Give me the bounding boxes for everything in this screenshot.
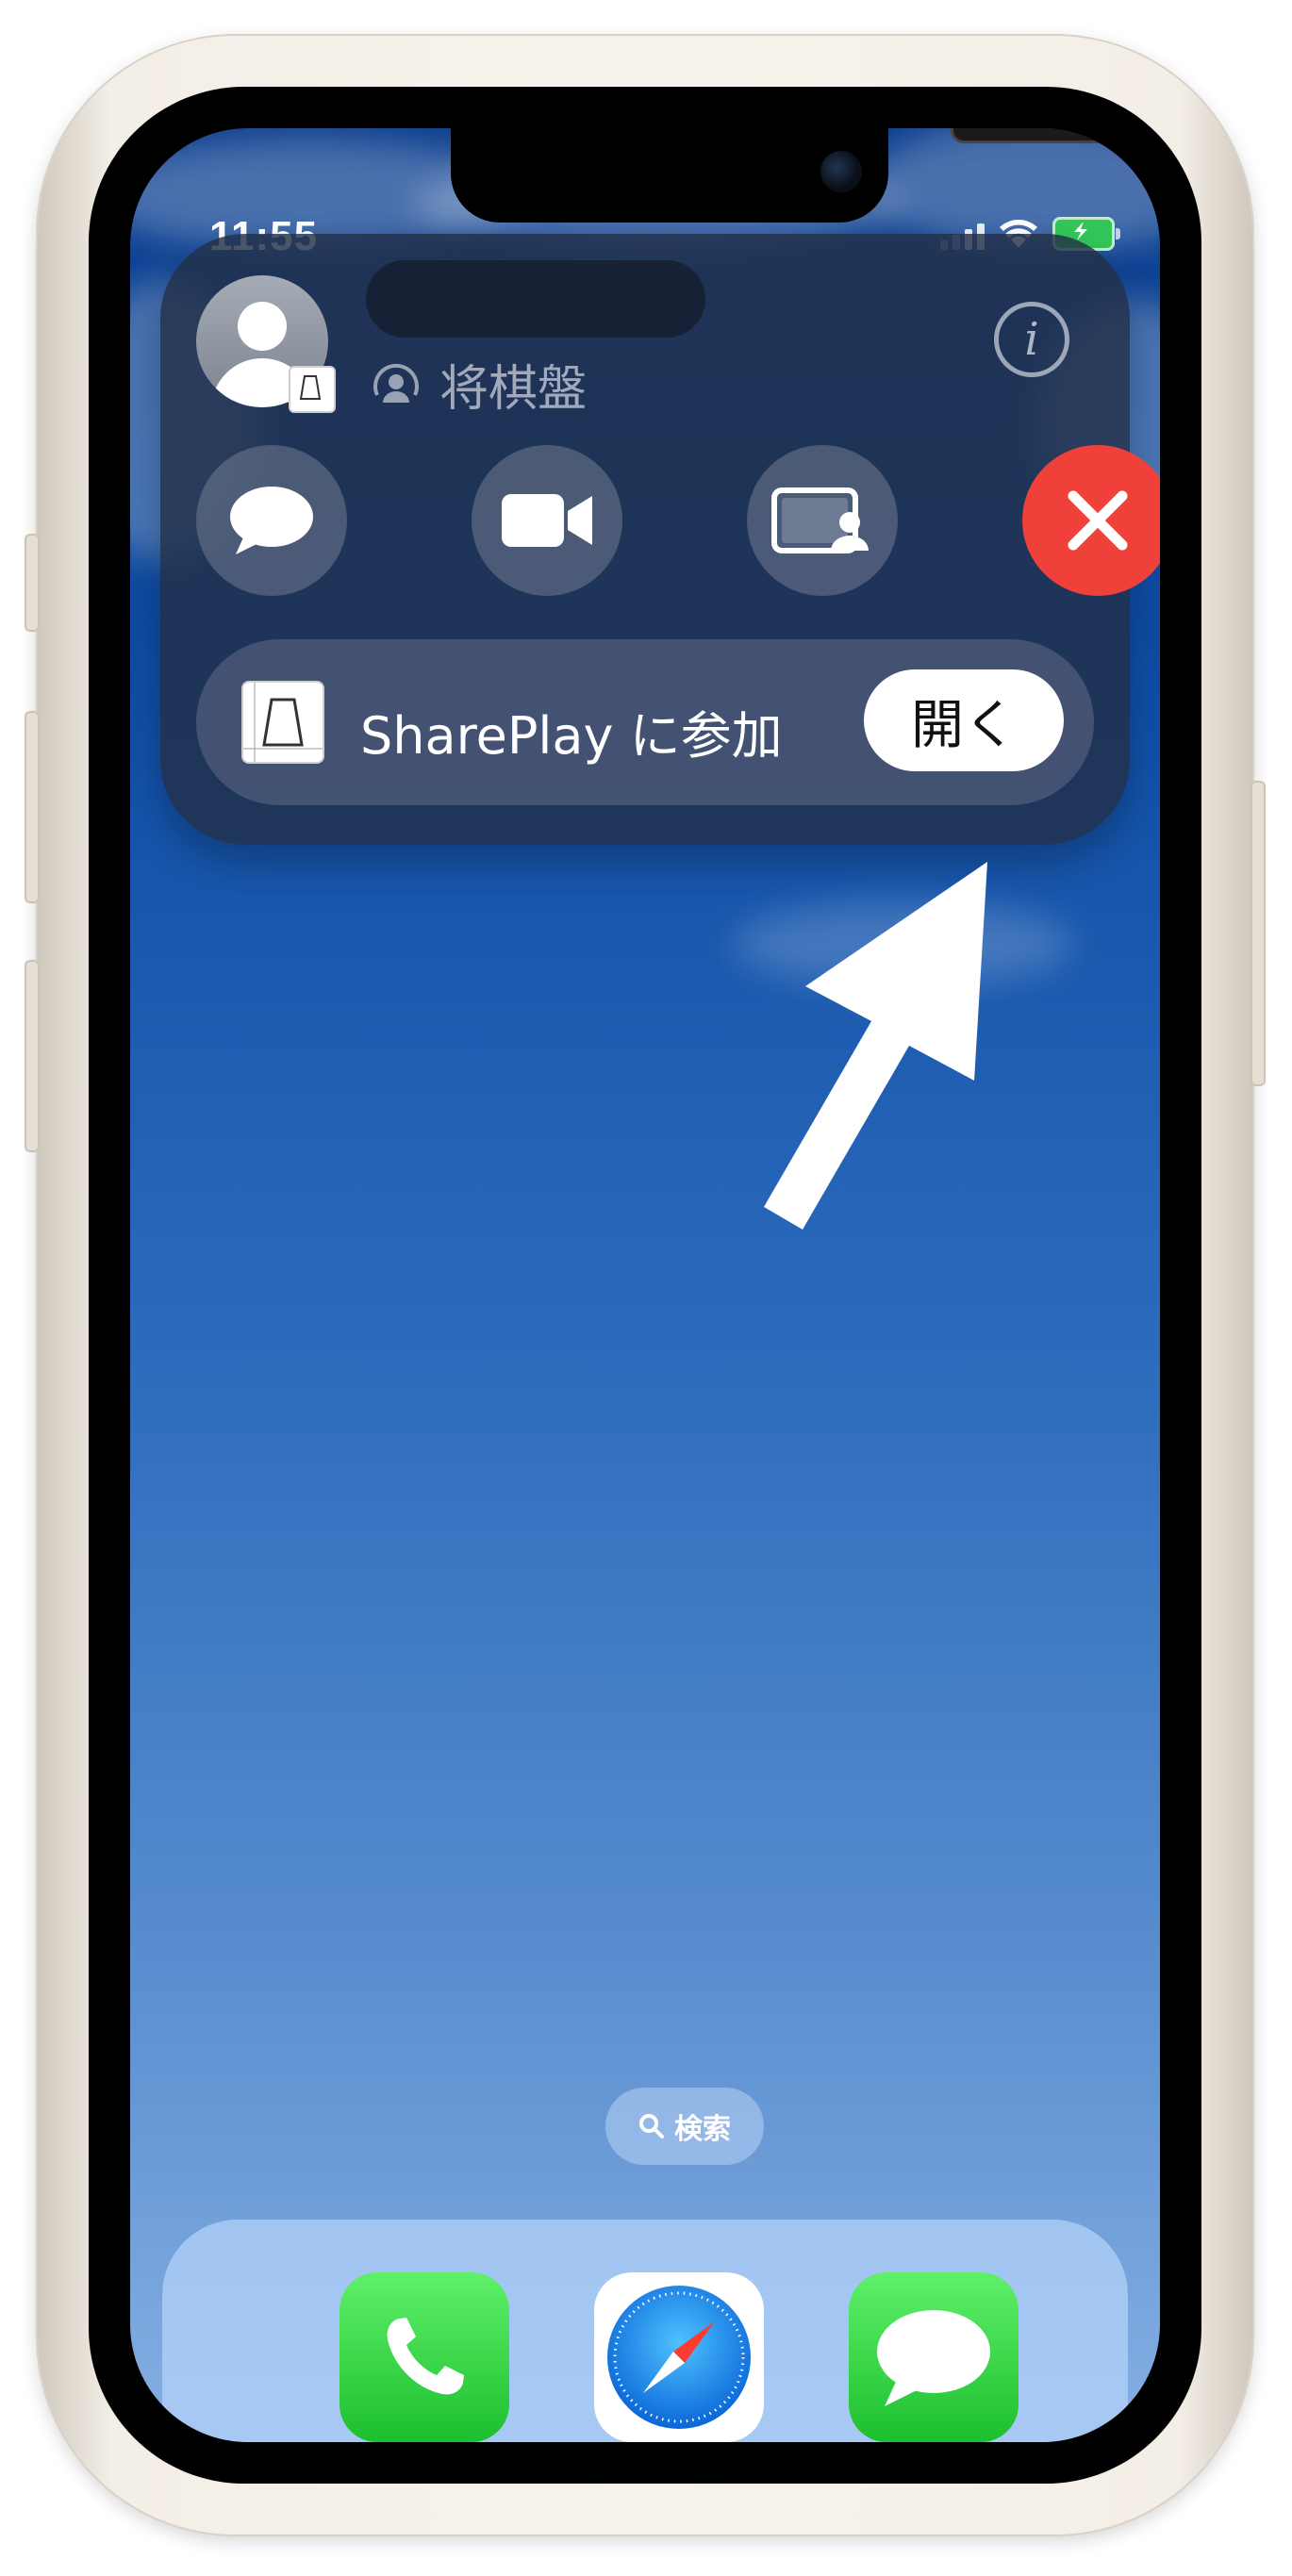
search-icon — [639, 2114, 664, 2138]
video-camera-icon — [502, 494, 592, 547]
shogi-app-badge-icon — [289, 366, 336, 413]
action-button — [25, 534, 40, 632]
search-button[interactable]: 検索 — [605, 2088, 764, 2165]
speaker-grille — [951, 128, 1160, 143]
bezel: 11:55 — [89, 87, 1201, 2484]
shareplay-join-label: SharePlay に参加 — [360, 706, 783, 766]
open-button[interactable]: 開く — [864, 669, 1064, 771]
iphone-frame: 11:55 — [25, 36, 1266, 2535]
screen-share-button[interactable] — [747, 445, 898, 596]
shogi-app-icon — [241, 681, 324, 764]
home-screen: 11:55 — [130, 128, 1160, 2442]
safari-app-icon[interactable] — [594, 2272, 764, 2442]
dock — [162, 2220, 1128, 2442]
info-button[interactable]: i — [994, 302, 1069, 377]
end-call-button[interactable] — [1022, 445, 1160, 596]
power-button — [1251, 781, 1266, 1086]
call-panel: 将棋盤 i SharePlay に参加 開く — [160, 234, 1160, 845]
screen-share-icon — [771, 487, 869, 553]
shareplay-join-row: SharePlay に参加 開く — [196, 639, 1094, 805]
contact-name-redacted — [366, 260, 705, 338]
messages-app-icon[interactable] — [849, 2272, 1019, 2442]
notch — [451, 128, 1160, 223]
activity-name: 将棋盤 — [439, 361, 588, 418]
search-label: 検索 — [674, 2113, 731, 2146]
close-icon — [1068, 490, 1128, 551]
front-camera — [820, 151, 862, 192]
annotation-arrow-icon — [764, 862, 987, 1230]
video-button[interactable] — [472, 445, 622, 596]
call-subtitle: 将棋盤 — [366, 349, 587, 420]
message-bubble-icon — [230, 487, 313, 554]
volume-up-button — [25, 711, 40, 903]
message-button[interactable] — [196, 445, 347, 596]
phone-app-icon[interactable] — [340, 2272, 509, 2442]
shareplay-icon — [373, 363, 419, 403]
volume-down-button — [25, 960, 40, 1152]
